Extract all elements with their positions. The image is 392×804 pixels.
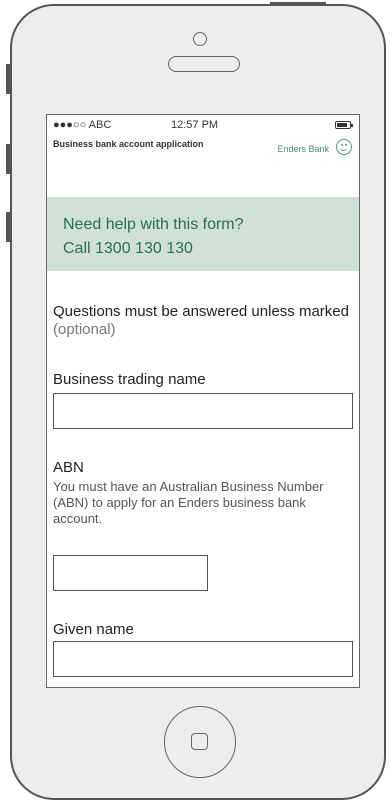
- business-trading-name-input[interactable]: [53, 393, 353, 429]
- abn-label: ABN: [53, 459, 84, 476]
- help-phone[interactable]: Call 1300 130 130: [63, 240, 193, 258]
- status-time: 12:57 PM: [171, 119, 219, 131]
- business-trading-name-label: Business trading name: [53, 371, 206, 388]
- battery-icon: [335, 121, 353, 129]
- help-box: Need help with this form? Call 1300 130 …: [47, 197, 359, 271]
- volume-up-button: [6, 144, 11, 174]
- power-button: [270, 2, 326, 6]
- abn-hint: You must have an Australian Business Num…: [53, 479, 324, 526]
- volume-down-button: [6, 212, 11, 242]
- bank-name: Enders Bank: [277, 144, 329, 154]
- abn-input[interactable]: [53, 555, 208, 591]
- smiley-face-icon: [336, 139, 352, 155]
- given-name-label: Given name: [53, 621, 134, 638]
- form-instructions: Questions must be answered unless marked…: [53, 303, 353, 339]
- home-square-icon: [191, 733, 208, 750]
- status-bar: ●●●○○ ABC 12:57 PM: [47, 115, 359, 135]
- carrier-label: ●●●○○ ABC: [53, 119, 112, 131]
- optional-marker: (optional): [53, 321, 116, 338]
- help-heading: Need help with this form?: [63, 216, 244, 233]
- earpiece-speaker: [168, 56, 240, 72]
- front-camera: [193, 32, 207, 46]
- mute-switch: [6, 64, 11, 94]
- home-button[interactable]: [164, 706, 236, 778]
- instructions-text: Questions must be answered unless marked: [53, 303, 349, 320]
- given-name-input[interactable]: [53, 641, 353, 677]
- phone-screen: ●●●○○ ABC 12:57 PM Business bank account…: [46, 114, 360, 688]
- page-title: Business bank account application: [53, 139, 204, 149]
